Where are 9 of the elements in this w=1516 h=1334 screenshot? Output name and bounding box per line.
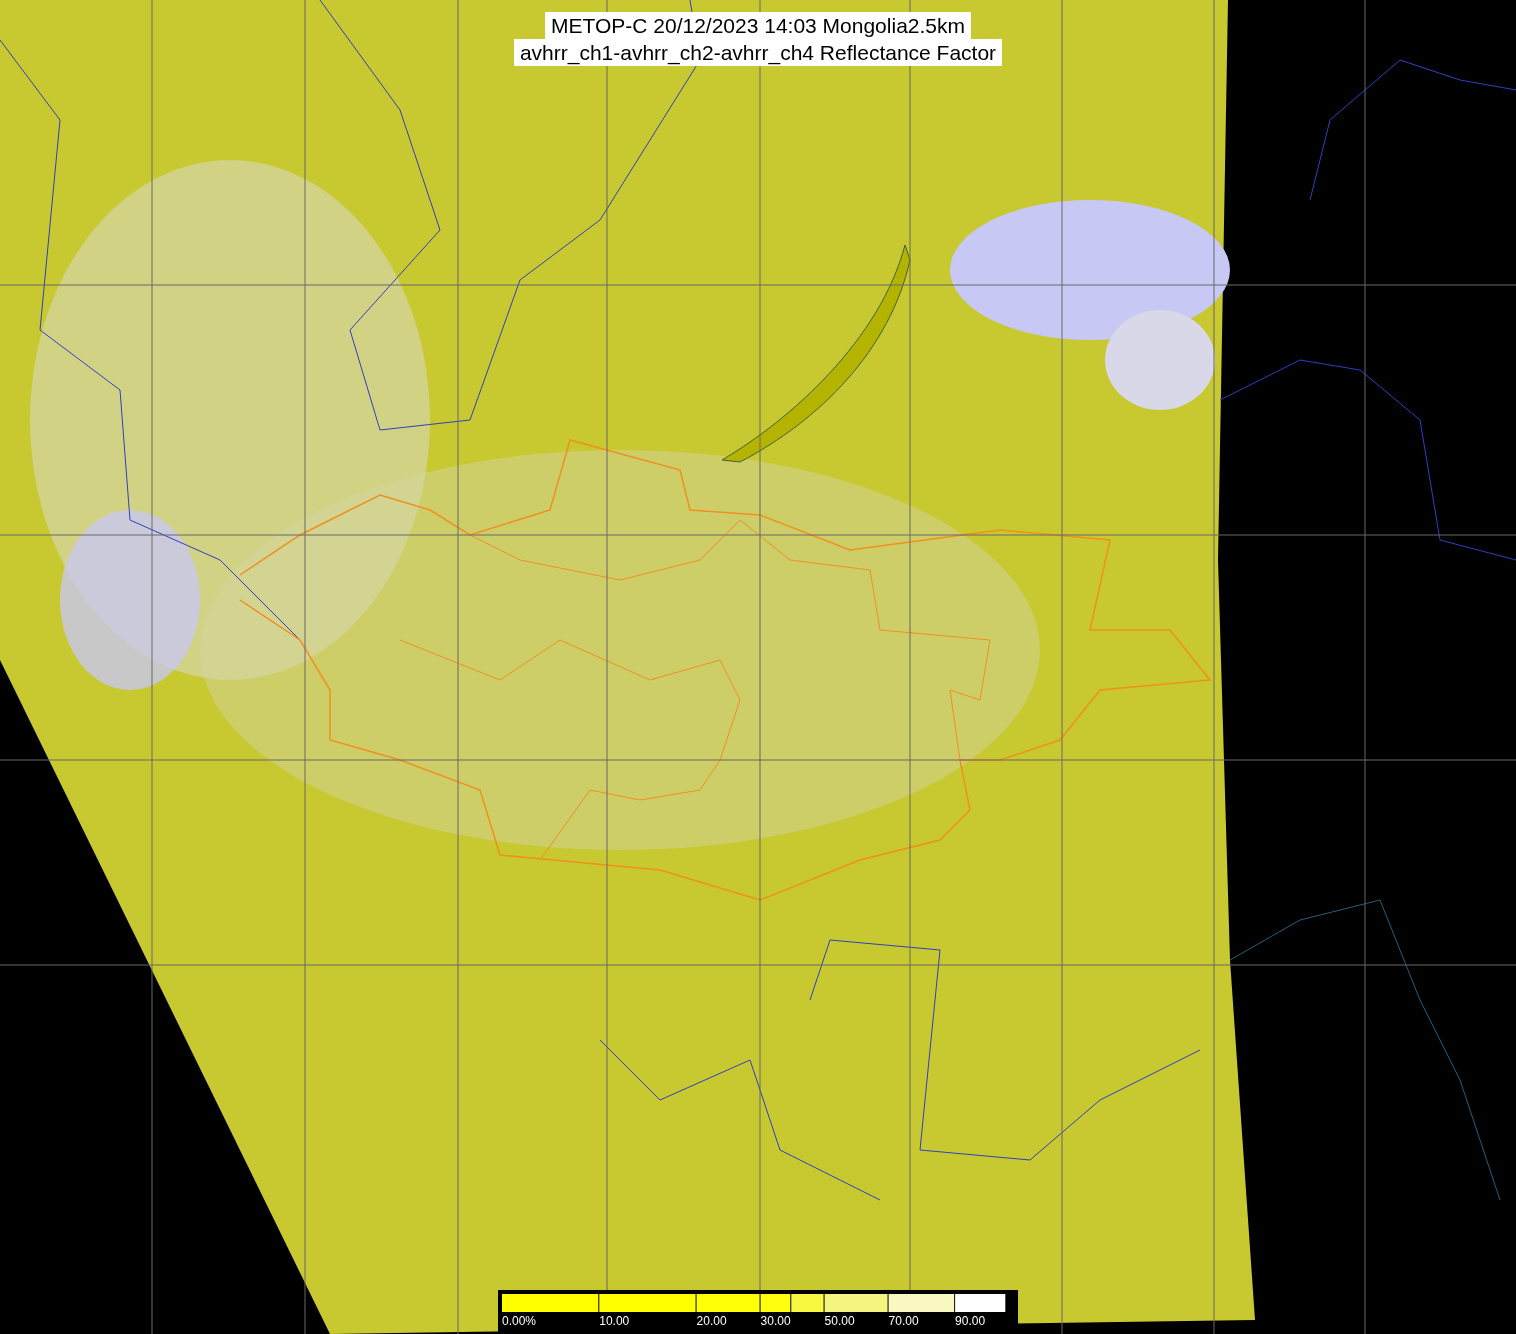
map-title: avhrr_ch1-avhrr_ch2-avhrr_ch4 Reflectance Factor — [513, 39, 1003, 66]
scale-label: 30.00 — [760, 1314, 791, 1328]
scale-label: 90.00 — [955, 1314, 986, 1328]
map-title: METOP-C 20/12/2023 14:03 Mongolia2.5km — [545, 12, 971, 39]
scale-label: 20.00 — [696, 1314, 727, 1328]
scale-label: 70.00 — [888, 1314, 919, 1328]
scale-label: 10.00 — [599, 1314, 630, 1328]
scale-label: 50.00 — [824, 1314, 855, 1328]
scale-label: 0.00% — [502, 1314, 537, 1328]
